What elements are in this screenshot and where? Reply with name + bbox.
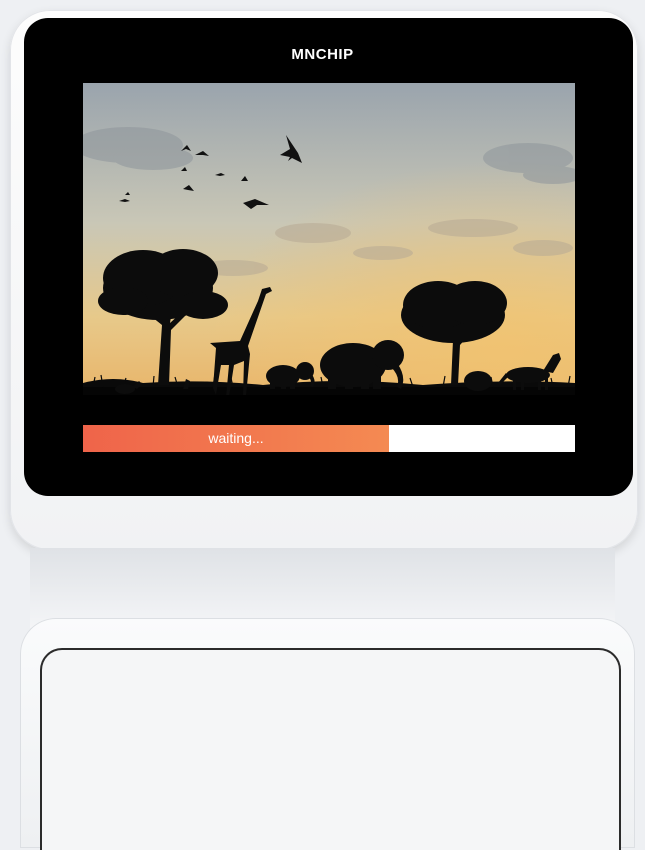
sample-tray[interactable] (40, 648, 621, 850)
progress-label: waiting... (208, 430, 264, 446)
progress-bar: waiting... (83, 425, 575, 452)
brand-logo: MNCHIP (291, 46, 354, 63)
device-neck (30, 548, 615, 628)
splash-image (83, 83, 575, 395)
